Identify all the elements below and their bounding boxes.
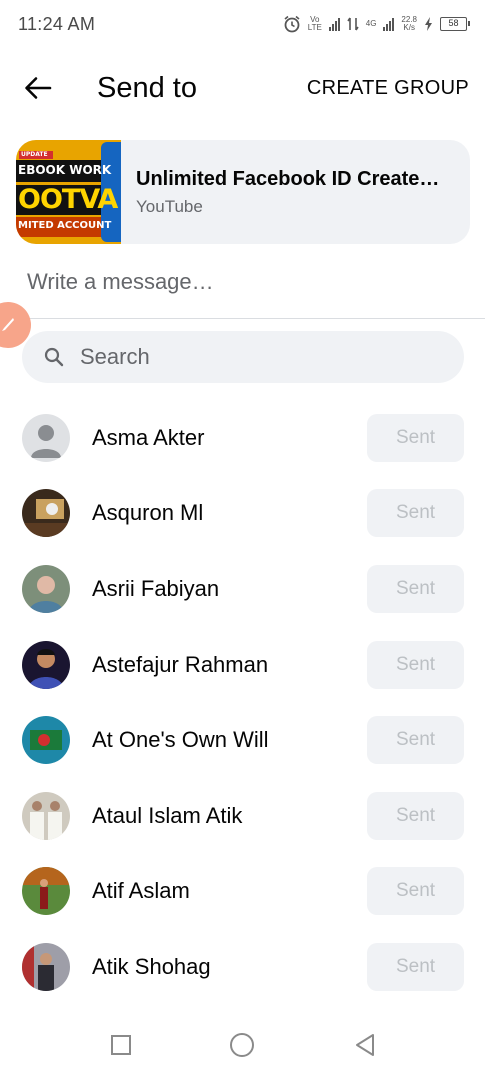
sent-button[interactable]: Sent	[367, 564, 464, 613]
create-group-button[interactable]: CREATE GROUP	[307, 77, 469, 100]
recents-button[interactable]	[101, 1025, 141, 1065]
avatar	[22, 640, 70, 689]
search-icon	[44, 347, 64, 367]
contact-row[interactable]: Ataul Islam Atik Sent	[0, 778, 485, 854]
contact-row[interactable]: Asrii Fabiyan Sent	[0, 551, 485, 627]
back-button[interactable]	[8, 58, 68, 118]
back-nav-button[interactable]	[345, 1025, 385, 1065]
contact-name: Atik Shohag	[92, 953, 211, 979]
status-bar: 11:24 AM Vo LTE 4G 22.8 K/s 58	[0, 0, 485, 48]
data-arrows-icon	[347, 17, 359, 31]
thumbnail-tag-text: UPDATE	[21, 151, 48, 158]
charging-icon	[425, 17, 432, 31]
avatar	[22, 942, 70, 991]
avatar	[22, 489, 70, 538]
signal-icon-2	[383, 17, 395, 31]
avatar	[22, 791, 70, 840]
signal-icon	[328, 17, 340, 31]
volte-label: Vo LTE	[307, 15, 322, 32]
pencil-icon	[2, 318, 14, 331]
avatar-default	[22, 413, 70, 462]
contact-name: Astefajur Rahman	[92, 651, 269, 677]
sent-button[interactable]: Sent	[367, 489, 464, 538]
message-input[interactable]	[27, 262, 467, 302]
system-nav-bar	[0, 1010, 485, 1080]
contact-row[interactable]: At One's Own Will Sent	[0, 702, 485, 778]
search-bar[interactable]	[22, 331, 464, 383]
network-speed-unit: K/s	[403, 23, 415, 32]
contact-name: At One's Own Will	[92, 727, 269, 753]
sent-button[interactable]: Sent	[367, 413, 464, 462]
avatar	[22, 716, 70, 765]
sent-button[interactable]: Sent	[367, 942, 464, 991]
preview-title: Unlimited Facebook ID Create…	[136, 167, 440, 190]
thumbnail-text-3: MITED ACCOUNT	[18, 220, 112, 231]
arrow-left-icon	[25, 77, 52, 99]
contact-name: Atif Aslam	[92, 878, 190, 904]
divider	[0, 318, 485, 319]
contact-list: Asma Akter Sent Asquron Ml Sent Asrii Fa…	[0, 400, 485, 1005]
header: Send to CREATE GROUP	[0, 58, 485, 118]
sent-button[interactable]: Sent	[367, 640, 464, 689]
search-input[interactable]	[80, 344, 420, 370]
contact-row[interactable]: Atif Aslam Sent	[0, 854, 485, 930]
alarm-icon	[284, 15, 300, 33]
triangle-back-icon	[356, 1034, 374, 1056]
square-icon	[111, 1035, 131, 1055]
circle-icon	[230, 1033, 254, 1057]
contact-row[interactable]: Asma Akter Sent	[0, 400, 485, 476]
contact-name: Asquron Ml	[92, 500, 204, 526]
contact-row[interactable]: Asquron Ml Sent	[0, 476, 485, 552]
page-title: Send to	[97, 71, 197, 104]
sent-button[interactable]: Sent	[367, 716, 464, 765]
status-icons: Vo LTE 4G 22.8 K/s 58	[283, 15, 470, 33]
contact-row[interactable]: Atik Shohag Sent	[0, 929, 485, 1005]
sent-button[interactable]: Sent	[367, 867, 464, 916]
network-speed: 22.8 K/s	[401, 16, 417, 32]
contact-name: Asrii Fabiyan	[92, 575, 220, 601]
contact-row[interactable]: Astefajur Rahman Sent	[0, 627, 485, 703]
avatar	[22, 564, 70, 613]
video-thumbnail: UPDATE EBOOK WORK OOTVA MITED ACCOUNT	[16, 140, 121, 244]
sent-button[interactable]: Sent	[367, 791, 464, 840]
battery-icon: 58	[440, 17, 470, 31]
status-time: 11:24 AM	[18, 13, 96, 34]
preview-text: Unlimited Facebook ID Create… YouTube	[136, 168, 439, 217]
thumbnail-text-1: EBOOK WORK	[18, 163, 112, 177]
thumbnail-text-2: OOTVA	[18, 184, 118, 215]
contact-name: Ataul Islam Atik	[92, 802, 243, 828]
network-type-label: 4G	[365, 19, 377, 28]
preview-source: YouTube	[136, 196, 203, 216]
home-button[interactable]	[222, 1025, 262, 1065]
avatar	[22, 867, 70, 916]
contact-name: Asma Akter	[92, 424, 205, 450]
link-preview-card[interactable]: UPDATE EBOOK WORK OOTVA MITED ACCOUNT Un…	[16, 140, 470, 244]
